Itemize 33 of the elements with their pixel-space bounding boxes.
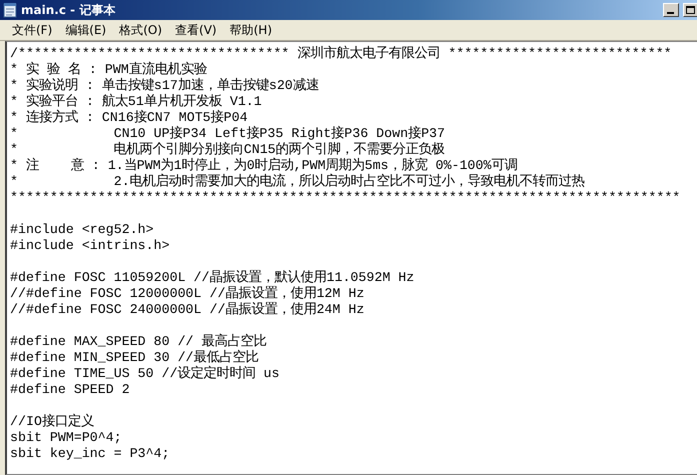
code-line: #include <reg52.h> — [10, 222, 155, 238]
code-line: sbit key_inc = P3^4; — [10, 446, 171, 462]
menu-item[interactable]: 帮助(H) — [230, 22, 272, 38]
menu-item[interactable]: 文件(F) — [12, 22, 52, 38]
code-line: //#define FOSC 12000000L //晶振设置，使用12M Hz — [10, 286, 366, 302]
code-line: * CN10 UP接P34 Left接P35 Right接P36 Down接P37 — [10, 126, 446, 142]
code-line: //IO接口定义 — [10, 414, 95, 430]
code-line: sbit PWM=P0^4; — [10, 430, 123, 446]
notepad-icon — [3, 2, 17, 18]
code-line: /********************************** 深圳市航太电子有限公司 **************************** — [10, 46, 673, 62]
menu-item[interactable]: 查看(V) — [175, 22, 217, 38]
text-editor[interactable] — [5, 41, 697, 475]
code-line: * 注 意 : 1.当PWM为1时停止，为0时启动,PWM周期为5ms，脉宽 0%-100%可调 — [10, 158, 518, 174]
code-line: * 实 验 名 : PWM直流电机实验 — [10, 62, 208, 78]
minimize-button[interactable] — [663, 3, 679, 17]
code-line: * 实验平台 : 航太51单片机开发板 V1.1 — [10, 94, 263, 110]
code-line: * 电机两个引脚分别接向CN15的两个引脚，不需要分正负极 — [10, 142, 446, 158]
menu-item[interactable]: 格式(O) — [119, 22, 162, 38]
code-line: #define SPEED 2 — [10, 382, 131, 398]
code-line: * 2.电机启动时需要加大的电流，所以启动时占空比不可过小，导致电机不转而过热 — [10, 174, 586, 190]
code-line: //#define FOSC 24000000L //晶振设置，使用24M Hz — [10, 302, 366, 318]
code-line: #define TIME_US 50 //设定定时时间 us — [10, 366, 281, 382]
code-line: #define FOSC 11059200L //晶振设置，默认使用11.0592M Hz — [10, 270, 416, 286]
code-line: #define MAX_SPEED 80 // 最高占空比 — [10, 334, 268, 350]
code-line: ************************************************************************************ — [10, 190, 682, 206]
window-title: main.c - 记事本 — [21, 2, 116, 18]
maximize-icon — [686, 6, 695, 14]
menu-item[interactable]: 编辑(E) — [65, 22, 106, 38]
code-line: * 实验说明 : 单击按键s17加速，单击按键s20减速 — [10, 78, 320, 94]
code-line: * 连接方式 : CN16接CN7 MOT5接P04 — [10, 110, 249, 126]
code-line: #include <intrins.h> — [10, 238, 171, 254]
code-line: #define MIN_SPEED 30 //最低占空比 — [10, 350, 260, 366]
maximize-button[interactable] — [683, 3, 697, 17]
